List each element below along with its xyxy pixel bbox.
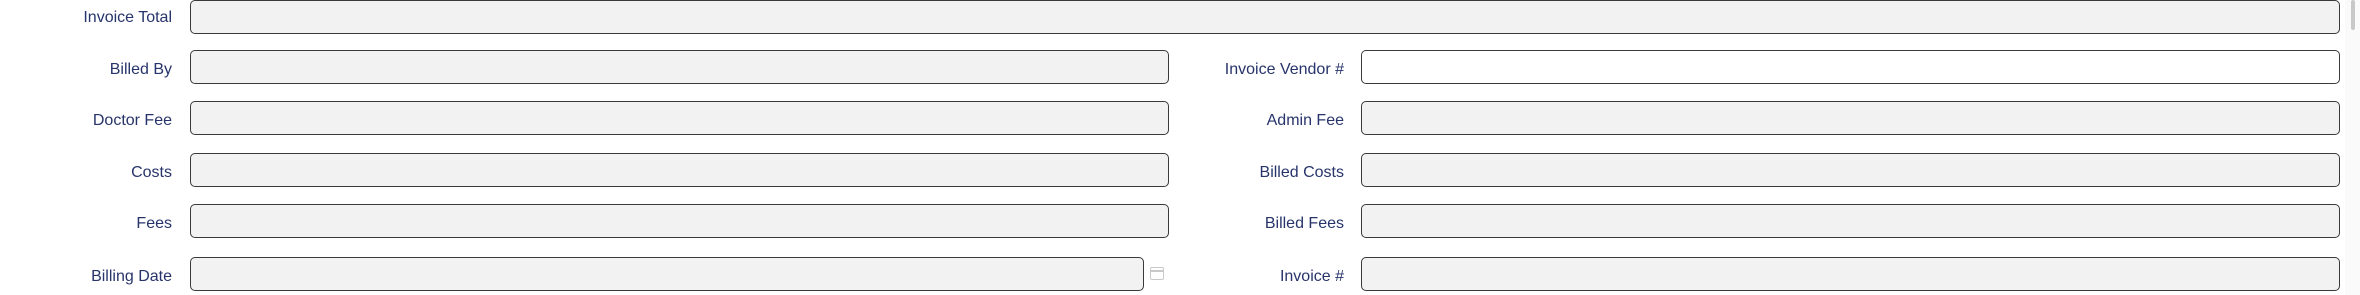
admin-fee-label: Admin Fee — [1266, 112, 1344, 129]
invoice-vendor-number-label: Invoice Vendor # — [1224, 61, 1344, 78]
invoice-vendor-number-field[interactable] — [1361, 50, 2340, 84]
invoice-total-label: Invoice Total — [83, 9, 172, 26]
billing-date-field[interactable] — [190, 257, 1144, 291]
billed-costs-label: Billed Costs — [1259, 164, 1344, 181]
billed-by-field[interactable] — [190, 50, 1169, 84]
fees-label: Fees — [136, 215, 172, 232]
invoice-number-field[interactable] — [1361, 257, 2340, 291]
scrollbar-track[interactable] — [2345, 0, 2360, 295]
billed-costs-field[interactable] — [1361, 153, 2340, 187]
doctor-fee-field[interactable] — [190, 101, 1169, 135]
billed-fees-label: Billed Fees — [1264, 215, 1344, 232]
billing-date-label: Billing Date — [91, 268, 172, 285]
billed-by-label: Billed By — [109, 61, 172, 78]
invoice-number-label: Invoice # — [1279, 268, 1344, 285]
doctor-fee-label: Doctor Fee — [92, 112, 172, 129]
billed-fees-field[interactable] — [1361, 204, 2340, 238]
invoice-total-field[interactable] — [190, 0, 2340, 34]
scrollbar-thumb[interactable] — [2351, 0, 2355, 30]
fees-field[interactable] — [190, 204, 1169, 238]
costs-field[interactable] — [190, 153, 1169, 187]
costs-label: Costs — [131, 164, 172, 181]
calendar-icon[interactable] — [1150, 267, 1164, 280]
admin-fee-field[interactable] — [1361, 101, 2340, 135]
